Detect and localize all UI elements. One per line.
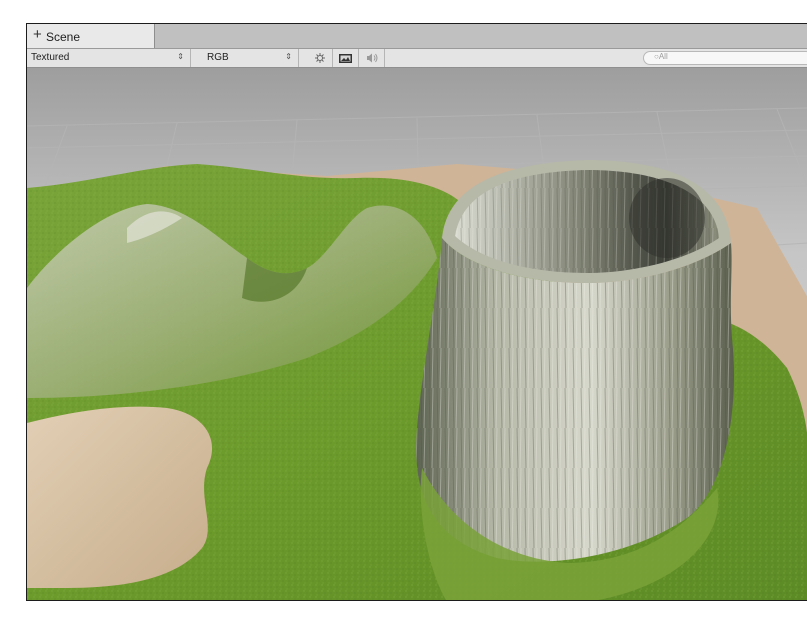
scene-toolbar: Textured ⇕ RGB ⇕ ○All [27, 49, 807, 68]
scene-viewport[interactable] [27, 68, 807, 600]
lighting-icon [315, 53, 325, 63]
image-icon [339, 54, 352, 63]
tab-scene-label: Scene [46, 30, 81, 44]
scene-window: + Scene Textured ⇕ RGB ⇕ ○All [26, 23, 807, 601]
search-input[interactable]: ○All [643, 51, 807, 65]
sand-patch [27, 406, 213, 588]
plus-icon: + [33, 26, 42, 43]
render-mode-dropdown[interactable]: RGB ⇕ [203, 49, 299, 67]
draw-mode-arrow-icon: ⇕ [177, 52, 184, 61]
draw-mode-dropdown[interactable]: Textured ⇕ [27, 49, 191, 67]
crater-shadow [629, 178, 705, 258]
audio-icon [367, 53, 378, 63]
search-placeholder-text: All [658, 52, 668, 61]
render-mode-label: RGB [207, 52, 229, 63]
gizmos-toggle-button[interactable] [333, 49, 359, 67]
terrain-render [27, 68, 807, 600]
draw-mode-label: Textured [31, 52, 70, 63]
tab-bar: + Scene [27, 24, 807, 49]
lighting-toggle-button[interactable] [307, 49, 333, 67]
search-placeholder: ○All [654, 52, 668, 61]
volcano-streaks [416, 238, 734, 562]
tab-scene[interactable]: + Scene [27, 24, 155, 48]
audio-toggle-button[interactable] [359, 49, 385, 67]
render-mode-arrow-icon: ⇕ [285, 52, 292, 61]
